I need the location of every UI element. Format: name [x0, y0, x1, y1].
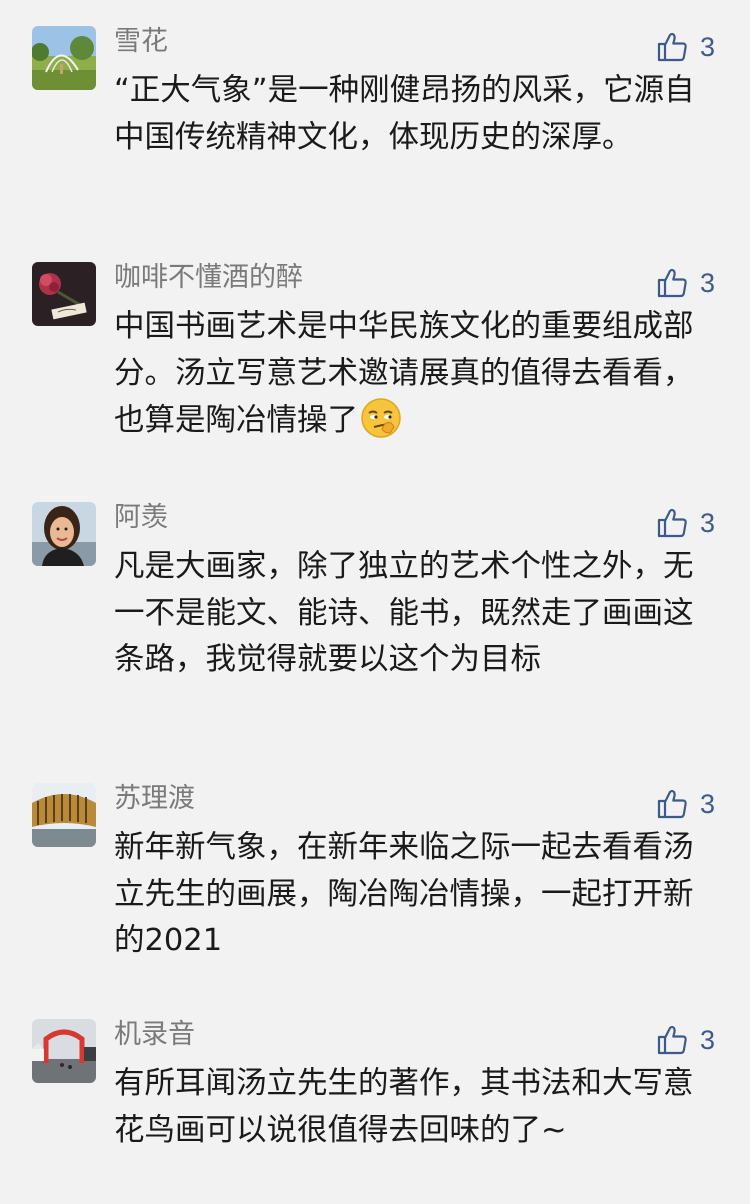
avatar[interactable] [32, 262, 96, 326]
user-name[interactable]: 机录音 [114, 1019, 195, 1051]
comment-text: “正大气象”是一种刚健昂扬的风采，它源自中国传统精神文化，体现历史的深厚。 [114, 73, 695, 155]
street-arch-avatar-icon [32, 1019, 96, 1083]
like-button[interactable]: 3 [656, 1023, 726, 1057]
comment-text: 有所耳闻汤立先生的著作，其书法和大写意花鸟画可以说很值得去回味的了~ [114, 1066, 694, 1148]
like-button[interactable]: 3 [656, 30, 726, 64]
thumbs-up-icon [657, 508, 687, 538]
rose-avatar-icon [32, 262, 96, 326]
avatar[interactable] [32, 783, 96, 847]
like-count: 3 [700, 32, 716, 62]
user-name[interactable]: 雪花 [114, 26, 168, 58]
comment-text-body: 中国书画艺术是中华民族文化的重要组成部分。汤立写意艺术邀请展真的值得去看看，也算… [114, 309, 694, 438]
thumbs-up-icon [657, 789, 687, 819]
stadium-avatar-icon [32, 783, 96, 847]
smirk-emoji-icon [360, 397, 402, 454]
girl-portrait-avatar-icon [32, 502, 96, 566]
avatar[interactable] [32, 1019, 96, 1083]
like-button[interactable]: 3 [656, 506, 726, 540]
like-count: 3 [700, 1025, 716, 1055]
comment-text: 凡是大画家，除了独立的艺术个性之外，无一不是能文、能诗、能书，既然走了画画这条路… [114, 549, 694, 677]
thumbs-up-icon [657, 268, 687, 298]
like-count: 3 [700, 508, 716, 538]
comment-text: 中国书画艺术是中华民族文化的重要组成部分。汤立写意艺术邀请展真的值得去看看，也算… [114, 304, 710, 454]
like-count: 3 [700, 268, 716, 298]
park-scene-avatar-icon [32, 26, 96, 90]
thumbs-up-icon [657, 32, 687, 62]
thumbs-up-icon [657, 1025, 687, 1055]
user-name[interactable]: 苏理渡 [114, 783, 195, 815]
like-button[interactable]: 3 [656, 266, 726, 300]
avatar[interactable] [32, 26, 96, 90]
like-count: 3 [700, 789, 716, 819]
like-button[interactable]: 3 [656, 787, 726, 821]
comment-text: 新年新气象，在新年来临之际一起去看看汤立先生的画展，陶冶陶冶情操，一起打开新的2… [114, 830, 694, 958]
user-name[interactable]: 阿羡 [114, 502, 168, 534]
user-name[interactable]: 咖啡不懂酒的醉 [114, 262, 303, 294]
avatar[interactable] [32, 502, 96, 566]
